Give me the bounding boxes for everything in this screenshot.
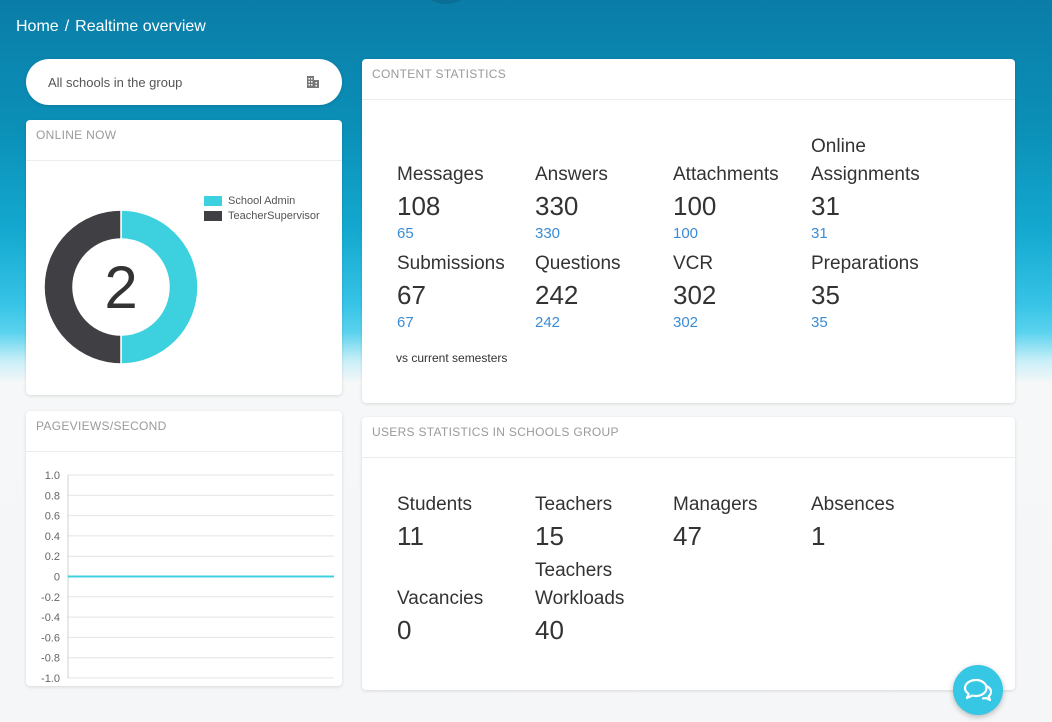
stat-label: Vacancies bbox=[397, 588, 484, 609]
chat-icon bbox=[963, 678, 993, 702]
breadcrumb-home[interactable]: Home bbox=[16, 18, 59, 36]
pageviews-title: PAGEVIEWS/SECOND bbox=[26, 411, 342, 452]
stat-teachers-workloads: Teachers Workloads 40 bbox=[535, 557, 655, 647]
school-selector-value: All schools in the group bbox=[48, 74, 183, 90]
stat-value: 47 bbox=[673, 521, 702, 551]
legend-item-school-admin[interactable]: School Admin bbox=[204, 193, 320, 208]
users-statistics-card: USERS STATISTICS IN SCHOOLS GROUP Studen… bbox=[362, 417, 1015, 690]
stat-managers: Managers 47 bbox=[673, 491, 808, 553]
online-now-card: ONLINE NOW School Admin TeacherSuperviso… bbox=[26, 120, 342, 395]
stat-compare-value: 242 bbox=[535, 314, 561, 331]
breadcrumb-separator: / bbox=[64, 18, 70, 35]
stat-label: Questions bbox=[535, 253, 621, 274]
stat-value: 100 bbox=[673, 191, 717, 221]
stat-submissions: Submissions 67 67 bbox=[397, 250, 532, 333]
stat-answers: Answers 330 330 bbox=[535, 161, 670, 244]
content-statistics-title: CONTENT STATISTICS bbox=[362, 59, 1015, 100]
y-tick-label: -0.6 bbox=[41, 632, 60, 644]
content-statistics-card: CONTENT STATISTICS Messages 108 65 Answe… bbox=[362, 59, 1015, 403]
legend-swatch bbox=[204, 210, 222, 221]
stat-vacancies: Vacancies 0 bbox=[397, 585, 532, 647]
legend-label: TeacherSupervisor bbox=[228, 209, 320, 222]
pageviews-card: PAGEVIEWS/SECOND 1.0 0.8 0.6 0.4 0.2 0 -0.2 -0.… bbox=[26, 411, 342, 686]
breadcrumb-current: Realtime overview bbox=[75, 18, 206, 35]
online-legend: School Admin TeacherSupervisor bbox=[204, 193, 320, 223]
stat-label: Submissions bbox=[397, 253, 505, 274]
stat-compare-value: 100 bbox=[673, 225, 699, 242]
stat-value: 302 bbox=[673, 280, 717, 310]
stat-value: 242 bbox=[535, 280, 579, 310]
stat-compare-value: 67 bbox=[397, 314, 414, 331]
chat-button[interactable] bbox=[953, 665, 1003, 715]
building-icon bbox=[307, 76, 319, 88]
stat-messages: Messages 108 65 bbox=[397, 161, 532, 244]
stat-label: Teachers Workloads bbox=[535, 560, 625, 609]
comparison-note: vs current semesters bbox=[396, 351, 508, 365]
stat-label: Attachments bbox=[673, 164, 779, 185]
stat-label: Messages bbox=[397, 164, 484, 185]
y-tick-label: 0.8 bbox=[45, 490, 60, 502]
online-donut-chart: 2 bbox=[43, 209, 199, 365]
stat-value: 31 bbox=[811, 191, 840, 221]
stat-label: Absences bbox=[811, 494, 895, 515]
stat-compare-value: 65 bbox=[397, 225, 414, 242]
y-tick-label: -0.4 bbox=[41, 612, 60, 624]
stat-online-assignments: Online Assignments 31 31 bbox=[811, 133, 951, 244]
pageviews-line-chart: 1.0 0.8 0.6 0.4 0.2 0 -0.2 -0.4 -0.6 -0.8 -1.0 bbox=[41, 470, 334, 685]
stat-attachments: Attachments 100 100 bbox=[673, 161, 808, 244]
stat-preparations: Preparations 35 35 bbox=[811, 250, 946, 333]
y-tick-label: 0.4 bbox=[45, 531, 60, 543]
stat-value: 0 bbox=[397, 615, 412, 645]
stat-vcr: VCR 302 302 bbox=[673, 250, 808, 333]
legend-label: School Admin bbox=[228, 194, 296, 207]
online-now-title: ONLINE NOW bbox=[26, 120, 342, 161]
stat-students: Students 11 bbox=[397, 491, 532, 553]
stat-label: Teachers bbox=[535, 494, 613, 515]
y-tick-label: 0.6 bbox=[45, 511, 60, 523]
stat-compare-value: 31 bbox=[811, 225, 828, 242]
stat-value: 11 bbox=[397, 521, 424, 551]
users-statistics-title: USERS STATISTICS IN SCHOOLS GROUP bbox=[362, 417, 1015, 458]
stat-value: 330 bbox=[535, 191, 579, 221]
legend-item-teacher-supervisor[interactable]: TeacherSupervisor bbox=[204, 208, 320, 223]
stat-compare-value: 35 bbox=[811, 314, 828, 331]
stat-teachers: Teachers 15 bbox=[535, 491, 670, 553]
stat-value: 15 bbox=[535, 521, 564, 551]
stat-compare-value: 302 bbox=[673, 314, 699, 331]
stat-questions: Questions 242 242 bbox=[535, 250, 670, 333]
y-tick-label: -1.0 bbox=[41, 673, 60, 685]
stat-absences: Absences 1 bbox=[811, 491, 946, 553]
breadcrumb: Home / Realtime overview bbox=[16, 18, 206, 36]
y-tick-label: -0.2 bbox=[41, 592, 60, 604]
stat-label: Online Assignments bbox=[811, 136, 920, 185]
y-tick-label: 1.0 bbox=[45, 470, 60, 482]
school-group-selector[interactable]: All schools in the group bbox=[26, 59, 342, 105]
stat-value: 108 bbox=[397, 191, 441, 221]
y-tick-label: -0.8 bbox=[41, 653, 60, 665]
stat-label: Students bbox=[397, 494, 472, 515]
y-tick-label: 0 bbox=[54, 572, 60, 584]
stat-value: 35 bbox=[811, 280, 840, 310]
stat-compare-value: 330 bbox=[535, 225, 561, 242]
stat-value: 1 bbox=[811, 521, 826, 551]
stat-value: 40 bbox=[535, 615, 564, 645]
online-total: 2 bbox=[104, 253, 138, 321]
stat-label: Answers bbox=[535, 164, 608, 185]
y-tick-label: 0.2 bbox=[45, 551, 60, 563]
stat-label: VCR bbox=[673, 253, 714, 274]
stat-value: 67 bbox=[397, 280, 426, 310]
stat-label: Preparations bbox=[811, 253, 919, 274]
stat-label: Managers bbox=[673, 494, 758, 515]
top-handle bbox=[426, 0, 466, 4]
legend-swatch bbox=[204, 195, 222, 206]
